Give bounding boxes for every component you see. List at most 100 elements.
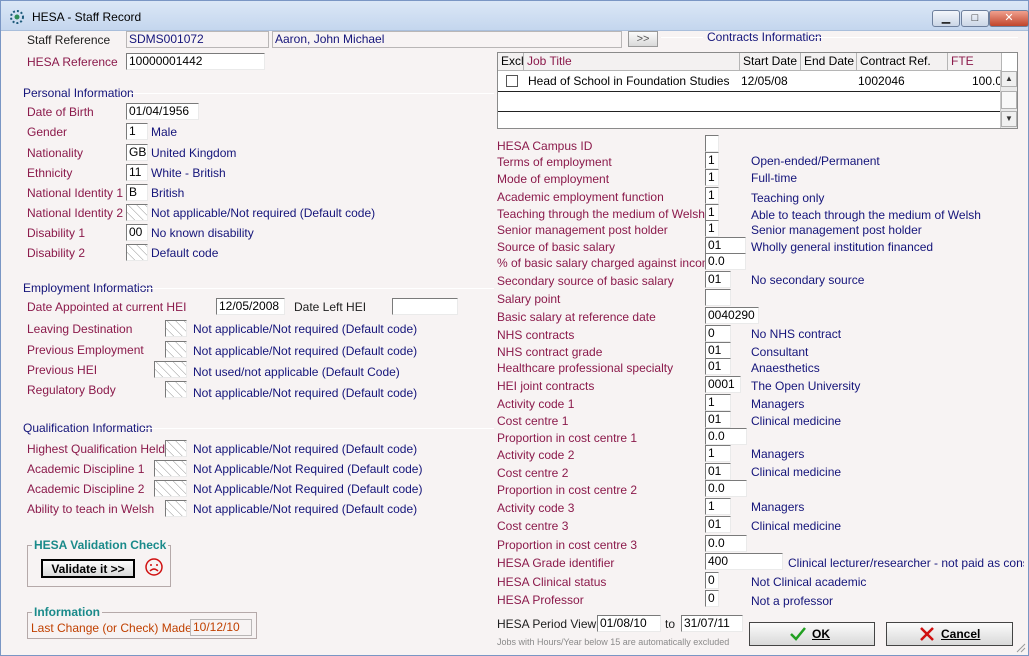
exclude-checkbox[interactable] — [506, 75, 518, 87]
scroll-thumb[interactable] — [1001, 91, 1017, 109]
col-excl[interactable]: Excl. — [498, 53, 527, 71]
contracts-separator-right — [813, 37, 1018, 38]
hesa-field-input[interactable]: 0.0 — [705, 428, 747, 445]
col-start-date[interactable]: Start Date — [740, 53, 801, 71]
staff-more-button[interactable]: >> — [628, 31, 658, 47]
hesa-field-input[interactable]: 1 — [705, 169, 719, 186]
close-button[interactable]: ✕ — [989, 10, 1029, 27]
period-to-input[interactable]: 31/07/11 — [681, 615, 743, 632]
contracts-grid[interactable]: Excl. Job Title Start Date End Date Cont… — [497, 52, 1018, 129]
hesa-field-input[interactable]: 01 — [705, 411, 731, 428]
col-fte[interactable]: FTE — [948, 53, 1002, 71]
hesa-field-desc: No secondary source — [751, 273, 865, 287]
hesa-field-desc: Not a professor — [751, 594, 834, 608]
col-contract-ref[interactable]: Contract Ref. — [857, 53, 948, 71]
last-change-label: Last Change (or Check) Made on — [31, 621, 209, 635]
hesa-field-input[interactable]: 01 — [705, 516, 731, 533]
ok-button[interactable]: OK — [749, 622, 875, 646]
period-from-input[interactable]: 01/08/10 — [597, 615, 661, 632]
title-bar[interactable]: HESA - Staff Record ▁ □ ✕ — [1, 1, 1029, 31]
academic-discipline-2-input[interactable] — [154, 480, 187, 497]
disability-2-input[interactable] — [126, 244, 148, 261]
hesa-field-label: % of basic salary charged against income — [497, 256, 719, 270]
gender-desc: Male — [151, 125, 178, 139]
national-identity-2-input[interactable] — [126, 204, 148, 221]
hesa-field-label: Cost centre 1 — [497, 414, 569, 428]
previous-employment-input[interactable] — [165, 341, 187, 358]
national-identity-1-label: National Identity 1 — [27, 186, 124, 200]
hesa-field-input[interactable]: 1 — [705, 220, 719, 237]
previous-hei-input[interactable] — [154, 361, 187, 378]
hesa-field-label: Basic salary at reference date — [497, 310, 656, 324]
information-title: Information — [32, 605, 102, 619]
hesa-field-input[interactable]: 01 — [705, 271, 731, 288]
hesa-field-input[interactable]: 01 — [705, 342, 731, 359]
row-fte: 100.0 — [972, 74, 1003, 88]
hesa-field-input[interactable]: 0001 — [705, 376, 741, 393]
personal-info-separator — [129, 93, 494, 94]
ethnicity-desc: White - British — [151, 166, 226, 180]
hesa-field-label: Activity code 2 — [497, 448, 575, 462]
hesa-field-input[interactable] — [705, 289, 731, 306]
row-separator — [498, 111, 1001, 112]
hesa-field-input[interactable]: 01 — [705, 463, 731, 480]
hesa-field-input[interactable]: 1 — [705, 187, 719, 204]
x-icon — [920, 627, 934, 641]
col-job-title[interactable]: Job Title — [524, 53, 740, 71]
validate-button[interactable]: Validate it >> — [41, 559, 135, 578]
hesa-field-input[interactable]: 0 — [705, 325, 731, 342]
minimize-button[interactable]: ▁ — [932, 10, 960, 27]
hesa-field-input[interactable]: 0.0 — [705, 535, 747, 552]
hesa-reference-input[interactable]: 10000001442 — [126, 53, 265, 70]
hesa-field-label: Academic employment function — [497, 190, 664, 204]
hesa-field-label: Healthcare professional specialty — [497, 361, 674, 375]
hesa-field-input[interactable]: 1 — [705, 394, 731, 411]
date-appointed-input[interactable]: 12/05/2008 — [216, 298, 285, 315]
hesa-field-input[interactable]: 0.0 — [705, 480, 747, 497]
staff-reference-label: Staff Reference — [27, 33, 111, 47]
disability-1-input[interactable]: 00 — [126, 224, 148, 241]
scroll-up-button[interactable]: ▲ — [1001, 71, 1017, 87]
hesa-field-input[interactable]: 01 — [705, 237, 746, 254]
national-identity-2-label: National Identity 2 — [27, 206, 124, 220]
leaving-destination-input[interactable] — [165, 320, 187, 337]
highest-qualification-input[interactable] — [165, 440, 187, 457]
row-job-title: Head of School in Foundation Studies — [528, 74, 730, 88]
check-icon — [790, 627, 806, 641]
hesa-field-input[interactable]: 0 — [705, 590, 719, 607]
hesa-field-input[interactable]: 01 — [705, 358, 731, 375]
scroll-down-button[interactable]: ▼ — [1001, 111, 1017, 127]
date-left-input[interactable] — [392, 298, 458, 315]
nationality-input[interactable]: GB — [126, 144, 148, 161]
gender-input[interactable]: 1 — [126, 123, 148, 140]
maximize-button[interactable]: □ — [961, 10, 989, 27]
cancel-button[interactable]: Cancel — [886, 622, 1013, 646]
hesa-field-label: NHS contract grade — [497, 345, 603, 359]
teach-welsh-input[interactable] — [165, 500, 187, 517]
hesa-field-input[interactable]: 1 — [705, 445, 731, 462]
hesa-field-input[interactable]: 0 — [705, 572, 719, 589]
hesa-field-desc: Clinical lecturer/researcher - not paid … — [788, 556, 1024, 570]
hesa-field-label: Proportion in cost centre 1 — [497, 431, 638, 445]
hesa-field-desc: Managers — [751, 500, 805, 514]
hesa-field-input[interactable] — [705, 135, 719, 152]
hesa-field-desc: Not Clinical academic — [751, 575, 867, 589]
hesa-field-input[interactable]: 0.0 — [705, 253, 746, 270]
disability-1-desc: No known disability — [151, 226, 254, 240]
hesa-field-input[interactable]: 1 — [705, 152, 719, 169]
hesa-field-input[interactable]: 1 — [705, 498, 731, 515]
national-identity-1-input[interactable]: B — [126, 184, 148, 201]
ethnicity-input[interactable]: 11 — [126, 164, 148, 181]
hesa-field-input[interactable]: 0040290 — [705, 307, 759, 324]
col-end-date[interactable]: End Date — [801, 53, 857, 71]
hesa-field-label: Source of basic salary — [497, 240, 616, 254]
hesa-field-input[interactable]: 400 — [705, 553, 783, 570]
resize-grip-icon[interactable] — [1016, 643, 1026, 653]
employment-info-title: Employment Information — [23, 281, 154, 295]
grid-scrollbar[interactable]: ▲ ▼ — [1000, 71, 1017, 128]
contracts-separator-left — [661, 37, 703, 38]
regulatory-body-input[interactable] — [165, 381, 187, 398]
dob-input[interactable]: 01/04/1956 — [126, 103, 199, 120]
hesa-field-input[interactable]: 1 — [705, 204, 719, 221]
academic-discipline-1-input[interactable] — [154, 460, 187, 477]
